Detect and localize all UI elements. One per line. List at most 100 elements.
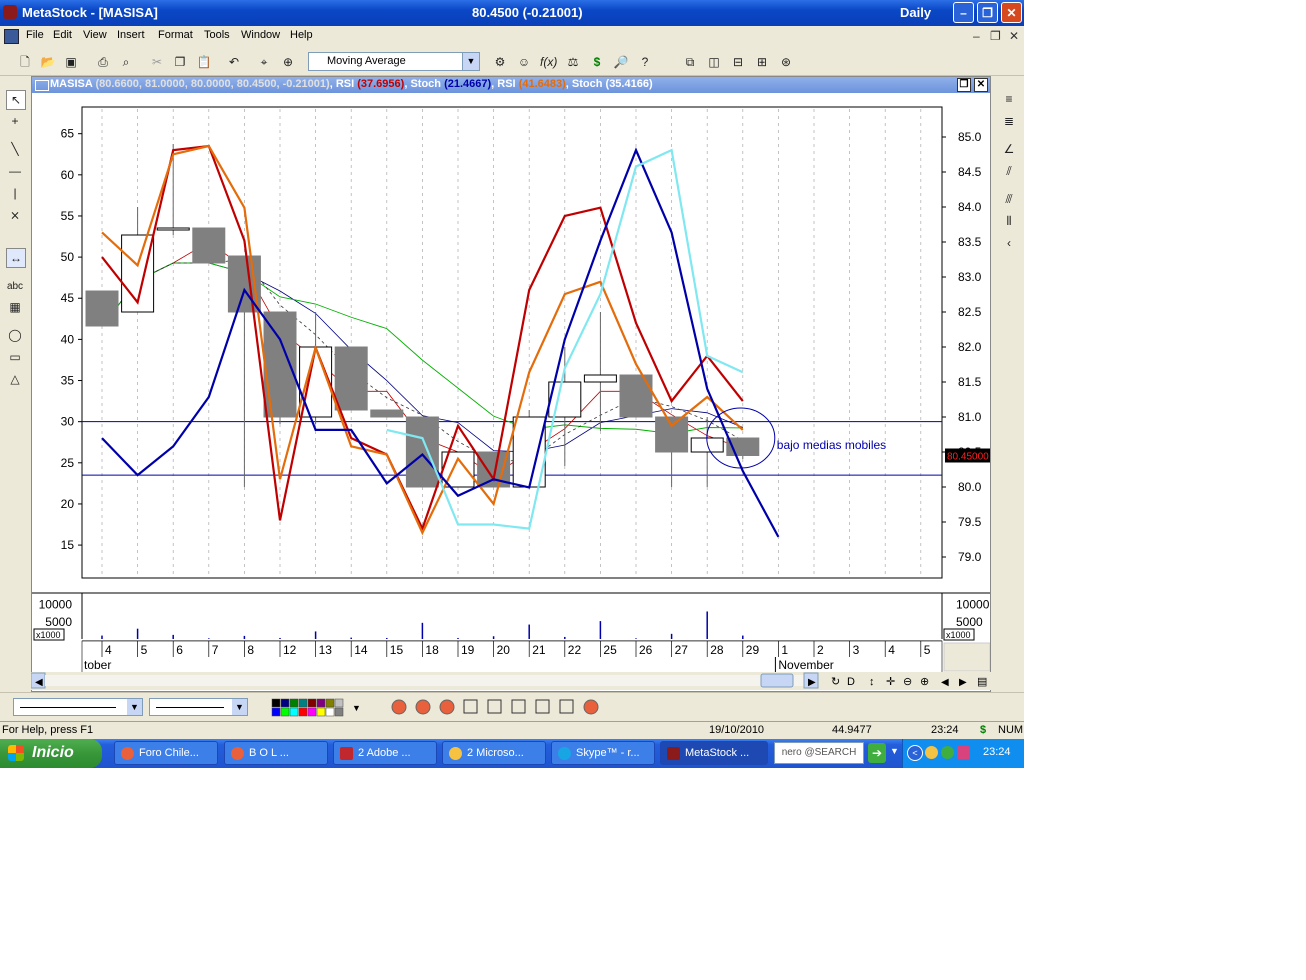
tray-expand-icon[interactable]: < — [907, 745, 923, 761]
task-foro-chile[interactable]: Foro Chile... — [114, 741, 218, 765]
chart-close-icon[interactable]: ✕ — [974, 78, 988, 92]
ind1-label: RSI — [335, 78, 355, 90]
new-icon[interactable]: 🗋 — [17, 54, 33, 70]
cycle-lines-icon[interactable]: ⦀ — [1000, 212, 1018, 230]
triangle-icon[interactable]: △ — [6, 370, 24, 388]
cut-icon[interactable]: ✂ — [149, 54, 165, 70]
text-tool-icon[interactable]: abc — [6, 278, 24, 296]
task-bolsa[interactable]: B O L ... — [224, 741, 328, 765]
print-icon[interactable]: ⎙ — [95, 54, 111, 70]
chevron-right-icon: ▶ — [808, 677, 816, 688]
pan-icon: ✛ — [886, 676, 895, 688]
menu-file[interactable]: File — [26, 29, 44, 41]
resize-horizontal-icon[interactable]: ↔ — [6, 248, 26, 268]
system-tester-icon[interactable]: ⚖ — [565, 54, 581, 70]
trendline-icon[interactable]: ╲ — [6, 140, 24, 158]
color-palette[interactable]: ▼ — [270, 696, 365, 720]
menu-window[interactable]: Window — [241, 29, 280, 41]
menu-view[interactable]: View — [83, 29, 107, 41]
chevron-down-icon[interactable]: ▼ — [462, 53, 479, 70]
rectangle-icon[interactable]: ▭ — [6, 348, 24, 366]
mdi-restore-icon[interactable]: ❐ — [990, 29, 1001, 43]
ellipse-icon[interactable]: ◯ — [6, 326, 24, 344]
menu-help[interactable]: Help — [290, 29, 313, 41]
start-button[interactable]: Inicio — [0, 739, 102, 768]
menu-edit[interactable]: Edit — [53, 29, 72, 41]
vertical-line-icon[interactable]: | — [6, 184, 24, 202]
chart-scroll-bar[interactable]: ◀ ▶ ↻ D ↕ ✛ ⊖ ⊕ ◀ ▶ ▤ — [31, 672, 991, 690]
undo-icon[interactable]: ↶ — [226, 54, 242, 70]
zoom-icon[interactable]: ⊕ — [280, 54, 296, 70]
taskbar: Inicio Foro Chile... B O L ... 2 Adobe .… — [0, 739, 1024, 768]
minimize-icon[interactable]: – — [953, 2, 974, 23]
task-skype[interactable]: Skype™ - r... — [551, 741, 655, 765]
crosshair-icon[interactable]: ⌖ — [256, 54, 272, 70]
open-icon[interactable]: 📂 — [40, 54, 56, 70]
indicator-select[interactable]: Moving Average ▼ — [308, 52, 480, 71]
title-bar[interactable]: MetaStock - [MASISA] 80.4500 (-0.21001) … — [0, 0, 1024, 26]
color-swatch — [325, 698, 335, 708]
line-style-select[interactable]: ▼ — [13, 698, 143, 716]
expert-icon[interactable]: ⚙ — [492, 54, 508, 70]
chart-axes: 65 60 55 50 45 40 35 30 25 20 15 85.0 84.5 84.0 83.5 83… — [61, 127, 990, 564]
fibonacci-icon[interactable]: ≡ — [1000, 90, 1018, 108]
chevron-down-icon[interactable]: ▼ — [127, 699, 142, 715]
cascade-icon[interactable]: ⧉ — [682, 54, 698, 70]
date-label: 29 — [746, 643, 760, 657]
menu-format[interactable]: Format — [158, 29, 193, 41]
channel-icon[interactable]: ⫻ — [1000, 190, 1018, 208]
table-icon[interactable]: ▦ — [6, 298, 24, 316]
tile-grid-icon[interactable]: ⊞ — [754, 54, 770, 70]
line-weight-select[interactable]: ▼ — [149, 698, 248, 716]
volume-tick-label: 5000 — [956, 615, 983, 629]
retracement-icon[interactable]: ≣ — [1000, 112, 1018, 130]
task-metastock[interactable]: MetaStock ... — [660, 741, 768, 765]
metastock-window: MetaStock - [MASISA] 80.4500 (-0.21001) … — [0, 0, 1024, 768]
pointer-icon[interactable]: ↖ — [6, 90, 26, 110]
crosshair-tool-icon[interactable]: + — [6, 112, 24, 130]
close-icon[interactable]: ✕ — [1001, 2, 1022, 23]
tile-vertical-icon[interactable]: ◫ — [706, 54, 722, 70]
maximize-icon[interactable]: ❐ — [977, 2, 998, 23]
status-currency: $ — [980, 724, 987, 736]
print-preview-icon[interactable]: ⌕ — [118, 54, 134, 70]
object-toolbar[interactable] — [388, 696, 608, 720]
corner-box — [943, 642, 990, 672]
mdi-minimize-icon[interactable]: – — [973, 29, 980, 43]
chart-title-bar[interactable]: MASISA (80.6600, 81.0000, 80.0000, 80.45… — [32, 77, 990, 93]
task-microsoft[interactable]: 2 Microso... — [442, 741, 546, 765]
chart-maximize-icon[interactable]: ❐ — [957, 78, 971, 92]
chevron-down-icon[interactable]: ▼ — [232, 699, 247, 715]
horizontal-line-icon[interactable]: — — [6, 162, 24, 180]
dollar-icon[interactable]: $ — [589, 54, 605, 70]
menu-tools[interactable]: Tools — [204, 29, 230, 41]
msn-tray-icon[interactable] — [925, 746, 938, 759]
paste-icon[interactable]: 📋 — [196, 54, 212, 70]
copy-icon[interactable]: ❐ — [172, 54, 188, 70]
color-swatch — [334, 707, 344, 717]
document-icon[interactable] — [4, 29, 19, 44]
task-adobe[interactable]: 2 Adobe ... — [333, 741, 437, 765]
save-icon[interactable]: ▣ — [63, 54, 79, 70]
tile-horizontal-icon[interactable]: ⊟ — [730, 54, 746, 70]
chart-window[interactable]: MASISA (80.6600, 81.0000, 80.0000, 80.45… — [31, 76, 991, 692]
mdi-close-icon[interactable]: ✕ — [1009, 29, 1019, 43]
layout-icon[interactable]: ⊛ — [778, 54, 794, 70]
advisor-icon[interactable]: ☺ — [516, 54, 532, 70]
menu-insert[interactable]: Insert — [117, 29, 145, 41]
fan-icon[interactable]: ∠ — [1000, 140, 1018, 158]
price-chart[interactable]: 656055504540353025201585.084.584.083.583… — [32, 93, 990, 691]
left-tick-label: 30 — [61, 415, 75, 429]
nero-search-box[interactable]: nero @SEARCH — [774, 742, 864, 764]
split-icon[interactable]: ⨯ — [6, 206, 24, 224]
formula-icon[interactable]: f(x) — [540, 54, 557, 70]
explorer-icon[interactable]: 🔎 — [613, 54, 629, 70]
security-tray-icon[interactable] — [941, 746, 954, 759]
messenger-tray-icon[interactable] — [957, 746, 970, 759]
go-arrow-icon[interactable]: ➔ — [868, 743, 886, 763]
chevron-down-icon[interactable]: ▼ — [890, 746, 899, 756]
help-pointer-icon[interactable]: ? — [637, 54, 653, 70]
arc-icon[interactable]: ‹ — [1000, 234, 1018, 252]
speed-lines-icon[interactable]: ⫽ — [1000, 162, 1018, 180]
line-style-sample — [20, 707, 116, 708]
